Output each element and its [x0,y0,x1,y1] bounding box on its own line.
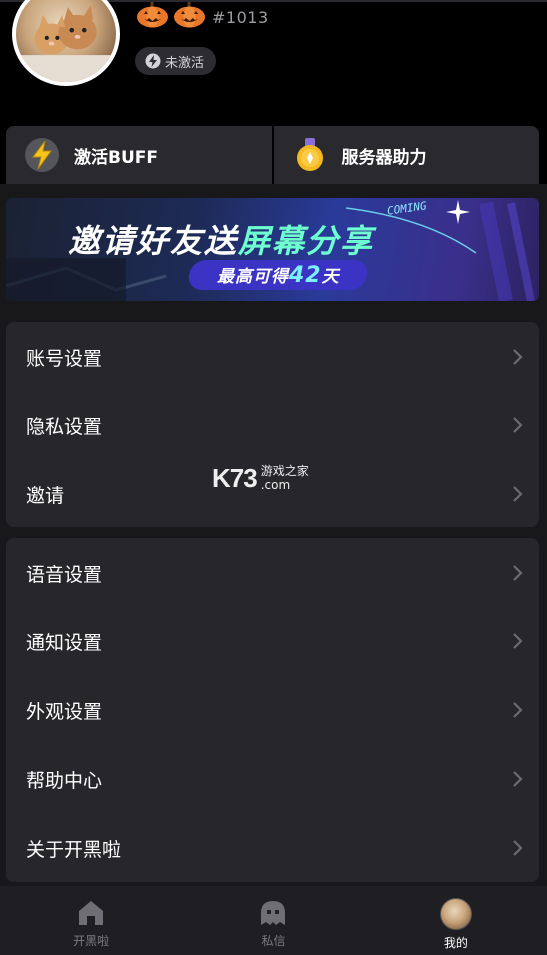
medal-icon [296,138,323,171]
banner-title-main: 邀请好友送 [68,222,239,260]
menu-item-label: 语音设置 [26,563,103,586]
chevron-right-icon [513,771,523,787]
menu-group-account: 账号设置 隐私设置 邀请 [6,322,539,527]
chevron-right-icon [513,417,523,433]
watermark-brand: K73 [212,462,258,493]
home-icon [79,901,104,925]
chevron-right-icon [513,349,523,365]
menu-item-label: 通知设置 [26,631,103,654]
menu-item-label: 外观设置 [26,700,103,723]
tab-me[interactable]: 我的 [365,886,547,955]
pumpkin-badge-icon [137,2,168,28]
chevron-right-icon [513,702,523,718]
menu-group-settings: 语音设置 通知设置 外观设置 帮助中心 关于开黑啦 [6,538,539,882]
user-id: #1013 [212,8,269,27]
banner-title-highlight: 屏幕分享 [238,222,375,260]
chat-ghost-icon [261,901,286,925]
banner-subtitle-number: 42 [288,263,322,288]
chevron-right-icon [513,633,523,649]
watermark-domain: .com [260,478,291,492]
activate-buff-label: 激活BUFF [74,147,158,168]
banner-subtitle-pill: 最高可得42天 [186,260,370,290]
banner-subtitle-suffix: 天 [321,267,340,287]
feature-tiles: 激活BUFF 服务器助力 [6,126,539,184]
menu-item-privacy-settings[interactable]: 隐私设置 [6,399,539,451]
menu-item-help-center[interactable]: 帮助中心 [6,753,539,805]
cat-photo [18,5,114,82]
chevron-right-icon [513,565,523,581]
activation-status-badge[interactable]: 未激活 [135,47,217,75]
tab-messages[interactable]: 私信 [182,886,364,955]
badge-row [136,2,206,28]
status-text: 未激活 [165,55,205,71]
menu-item-notification-settings[interactable]: 通知设置 [6,615,539,667]
invite-promo-banner[interactable]: 邀请好友送屏幕分享 COMING 最高可得42天 [6,198,539,301]
chevron-right-icon [513,486,523,502]
tab-home[interactable]: 开黑啦 [0,886,182,955]
pumpkin-badge-icon [174,2,205,28]
menu-item-label: 邀请 [26,484,65,507]
lightning-icon [25,138,59,172]
profile-avatar[interactable] [12,0,120,86]
banner-title: 邀请好友送屏幕分享 [68,216,374,262]
bottom-tab-bar: 开黑啦 私信 我的 [0,886,547,955]
menu-item-account-settings[interactable]: 账号设置 [6,331,539,383]
profile-header: #1013 未激活 [0,0,547,118]
server-boost-label: 服务器助力 [341,147,427,168]
menu-item-voice-settings[interactable]: 语音设置 [6,547,539,599]
tab-label: 私信 [261,934,286,948]
sparkle-icon [446,200,470,224]
menu-item-label: 关于开黑啦 [26,838,122,861]
avatar [439,898,472,930]
banner-subtitle-prefix: 最高可得 [216,267,289,287]
activate-buff-button[interactable]: 激活BUFF [6,126,272,184]
menu-item-label: 账号设置 [26,347,103,370]
menu-item-appearance-settings[interactable]: 外观设置 [6,684,539,736]
tab-label: 我的 [443,936,468,950]
k73-watermark: K73 游戏之家 .com [212,463,342,493]
watermark-cn: 游戏之家 [260,464,309,478]
chevron-right-icon [513,840,523,856]
tab-label: 开黑啦 [73,934,110,948]
server-boost-button[interactable]: 服务器助力 [273,126,539,184]
lightning-circle-icon [145,53,161,69]
menu-item-label: 隐私设置 [26,415,103,438]
menu-item-about[interactable]: 关于开黑啦 [6,822,539,874]
menu-item-label: 帮助中心 [26,769,103,792]
